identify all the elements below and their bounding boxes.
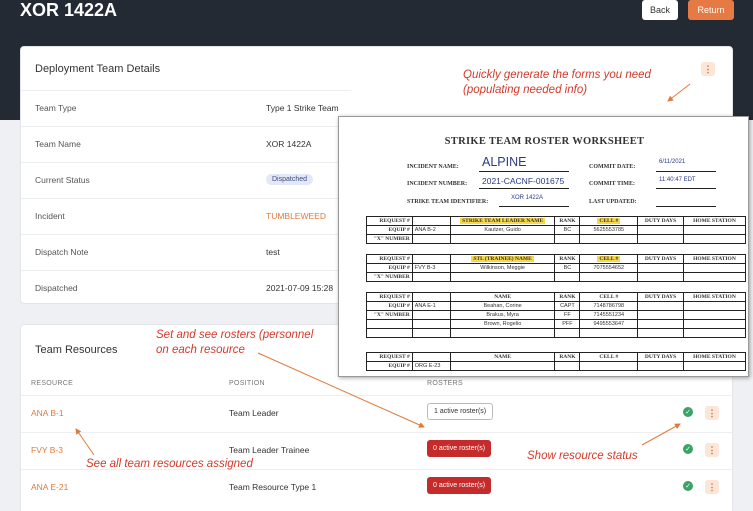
annotation-line: on each resource [156,344,245,356]
arrow-rosters [257,352,425,428]
annotation-line: Quickly generate the forms you need [463,69,651,81]
annotation-status: Show resource status [527,450,638,462]
annotation-line: (populating needed info) [463,84,588,96]
arrow-resources [75,428,95,456]
arrow-status [641,423,681,446]
arrow-forms [667,83,691,102]
annotation-forms: Quickly generate the forms you need (pop… [463,68,651,98]
annotation-rosters: Set and see rosters (personnel on each r… [156,328,313,358]
annotation-resources: See all team resources assigned [86,458,253,470]
annotation-line: Set and see rosters (personnel [156,329,314,341]
